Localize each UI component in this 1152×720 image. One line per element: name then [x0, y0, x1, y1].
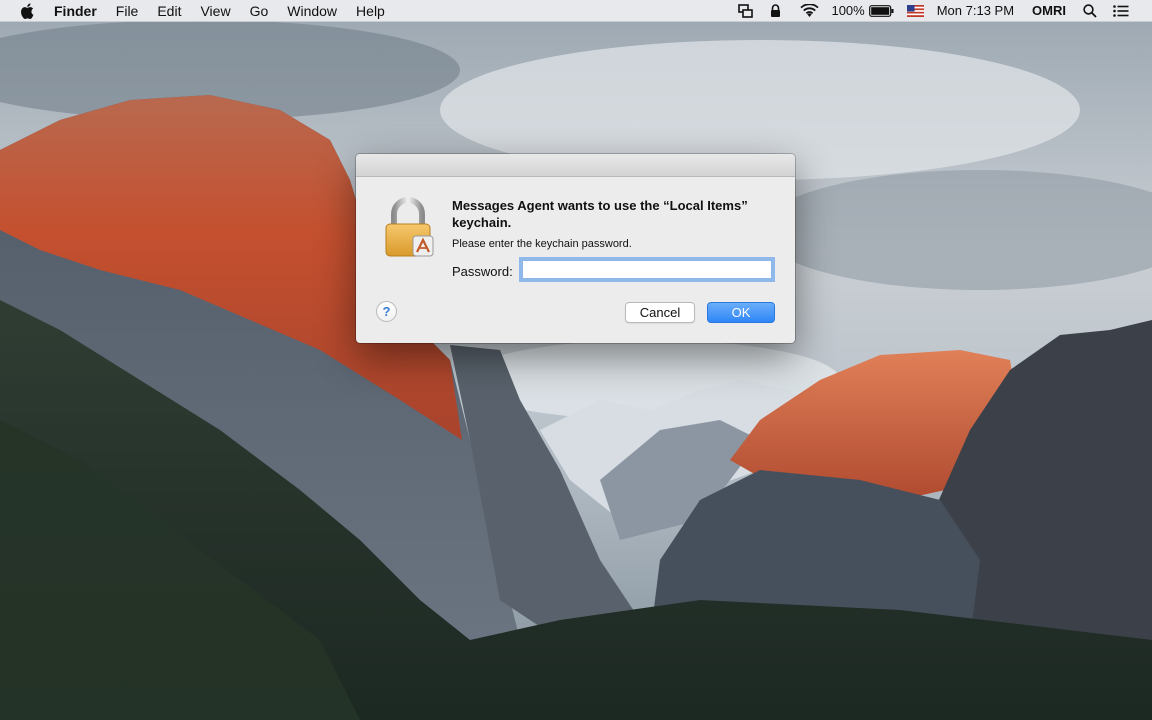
desktop-wallpaper	[0, 0, 1152, 720]
menu-view[interactable]: View	[200, 0, 230, 22]
menu-file[interactable]: File	[116, 0, 139, 22]
apple-logo-icon[interactable]	[20, 2, 38, 20]
menu-bar: Finder File Edit View Go Window Help 100…	[0, 0, 1152, 22]
battery-icon[interactable]	[869, 0, 895, 22]
menu-window[interactable]: Window	[287, 0, 337, 22]
menubar-user[interactable]: OMRI	[1032, 0, 1066, 22]
dialog-subtext: Please enter the keychain password.	[452, 238, 632, 250]
cancel-button[interactable]: Cancel	[625, 302, 695, 323]
battery-percentage: 100%	[831, 3, 865, 18]
dialog-titlebar[interactable]	[356, 154, 795, 177]
menu-go[interactable]: Go	[250, 0, 269, 22]
ok-button[interactable]: OK	[707, 302, 775, 323]
password-field[interactable]	[522, 260, 772, 279]
menu-edit[interactable]: Edit	[157, 0, 181, 22]
us-flag-input-source-icon[interactable]	[907, 0, 925, 22]
menu-help[interactable]: Help	[356, 0, 385, 22]
help-button[interactable]: ?	[376, 301, 397, 322]
padlock-keychain-icon	[383, 196, 439, 260]
password-label: Password:	[452, 264, 513, 279]
keychain-password-dialog: Messages Agent wants to use the “Local I…	[356, 154, 795, 343]
notification-center-icon[interactable]	[1112, 0, 1130, 22]
spotlight-search-icon[interactable]	[1082, 0, 1098, 22]
screen-mirroring-icon[interactable]	[737, 0, 753, 22]
dialog-heading: Messages Agent wants to use the “Local I…	[452, 198, 748, 230]
lock-icon[interactable]	[769, 0, 781, 22]
menu-app-finder[interactable]: Finder	[54, 0, 97, 22]
wifi-icon[interactable]	[799, 0, 819, 22]
menubar-clock[interactable]: Mon 7:13 PM	[937, 0, 1014, 22]
